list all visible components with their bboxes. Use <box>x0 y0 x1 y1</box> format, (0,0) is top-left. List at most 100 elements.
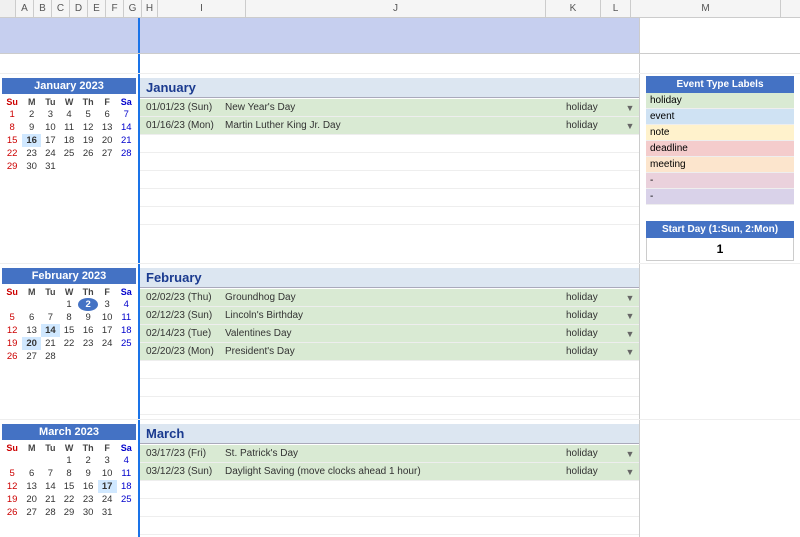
event-row-1-0: 02/02/23 (Thu)Groundhog Dayholiday▼ <box>140 289 639 307</box>
event-type-1-1: holiday <box>566 310 621 321</box>
event-dropdown-2-0[interactable]: ▼ <box>621 449 639 459</box>
cal-day-0-19-2-4: 19 <box>78 134 97 147</box>
cal-day-2-6-1-1: 6 <box>22 467 41 480</box>
col-h: H <box>142 0 158 17</box>
event-row-1-2: 02/14/23 (Tue)Valentines Dayholiday▼ <box>140 325 639 343</box>
cal-day-2-empty-0-2 <box>41 454 60 467</box>
cal-day-2-29-4-3: 29 <box>60 506 79 519</box>
month-section-1: February 2023SuMTuWThFSa1234567891011121… <box>0 264 800 420</box>
event-row-2-3 <box>140 499 639 517</box>
event-row-1-3: 02/20/23 (Mon)President's Dayholiday▼ <box>140 343 639 361</box>
cal-day-2-12-2-0: 12 <box>2 480 22 493</box>
cal-day-0-8-1-0: 8 <box>2 121 22 134</box>
event-row-2-2 <box>140 481 639 499</box>
event-name-0-0: New Year's Day <box>225 102 566 113</box>
cal-header-M: M <box>22 286 41 298</box>
cal-day-0-9-1-1: 9 <box>22 121 41 134</box>
cal-day-0-empty-4-3 <box>60 160 79 173</box>
cal-header-Su: Su <box>2 96 22 108</box>
start-day-title: Start Day (1:Sun, 2:Mon) <box>646 221 794 238</box>
event-name-2-0: St. Patrick's Day <box>225 448 566 459</box>
cal-day-2-9-1-4: 9 <box>78 467 97 480</box>
cal-day-0-empty-4-4 <box>78 160 97 173</box>
cal-header-M: M <box>22 442 41 454</box>
cal-day-2-22-3-3: 22 <box>60 493 79 506</box>
col-d: D <box>70 0 88 17</box>
event-row-2-4 <box>140 517 639 535</box>
event-dropdown-1-2[interactable]: ▼ <box>621 329 639 339</box>
cal-day-2-18-2-6: 18 <box>117 480 136 493</box>
event-dropdown-1-3[interactable]: ▼ <box>621 347 639 357</box>
events-panel-1: February02/02/23 (Thu)Groundhog Dayholid… <box>140 264 640 419</box>
cal-day-0-29-4-0: 29 <box>2 160 22 173</box>
event-type-1-2: holiday <box>566 328 621 339</box>
start-day-value: 1 <box>646 238 794 261</box>
event-date-2-0: 03/17/23 (Fri) <box>140 448 225 459</box>
event-row-0-1: 01/16/23 (Mon)Martin Luther King Jr. Day… <box>140 117 639 135</box>
col-i: I <box>158 0 246 17</box>
cal-day-1-11-1-6: 11 <box>117 311 136 324</box>
col-l: L <box>601 0 631 17</box>
cal-day-1-16-2-4: 16 <box>78 324 97 337</box>
event-type-2-1: holiday <box>566 466 621 477</box>
event-row-2-1: 03/12/23 (Sun)Daylight Saving (move cloc… <box>140 463 639 481</box>
cal-day-1-4-0-6: 4 <box>117 298 136 311</box>
cal-header-Sa: Sa <box>117 442 136 454</box>
cal-day-2-empty-0-0 <box>2 454 22 467</box>
blank-left <box>0 54 140 73</box>
event-type-0-0: holiday <box>566 102 621 113</box>
cal-day-0-20-2-5: 20 <box>98 134 117 147</box>
event-dropdown-1-0[interactable]: ▼ <box>621 293 639 303</box>
event-row-0-2 <box>140 135 639 153</box>
year-title <box>0 18 140 53</box>
month-header-1: February <box>140 268 639 288</box>
event-name-2-1: Daylight Saving (move clocks ahead 1 hou… <box>225 466 566 477</box>
event-name-1-3: President's Day <box>225 346 566 357</box>
cal-header-Su: Su <box>2 442 22 454</box>
event-dropdown-0-0[interactable]: ▼ <box>621 103 639 113</box>
event-dropdown-0-1[interactable]: ▼ <box>621 121 639 131</box>
cal-header-Tu: Tu <box>41 442 60 454</box>
cal-day-0-23-3-1: 23 <box>22 147 41 160</box>
cal-day-1-15-2-3: 15 <box>60 324 79 337</box>
cal-day-1-19-3-0: 19 <box>2 337 22 350</box>
month-header-0: January <box>140 78 639 98</box>
cal-day-1-7-1-2: 7 <box>41 311 60 324</box>
cal-day-0-1-0-0: 1 <box>2 108 22 121</box>
cal-day-1-1-0-3: 1 <box>60 298 79 311</box>
cal-day-2-14-2-2: 14 <box>41 480 60 493</box>
cal-day-0-25-3-3: 25 <box>60 147 79 160</box>
cal-day-1-17-2-5: 17 <box>98 324 117 337</box>
event-labels-title: Event Type Labels <box>646 76 794 93</box>
cal-day-1-5-1-0: 5 <box>2 311 22 324</box>
col-k: K <box>546 0 601 17</box>
cal-day-1-24-3-5: 24 <box>98 337 117 350</box>
cal-day-0-10-1-2: 10 <box>41 121 60 134</box>
cal-day-2-28-4-2: 28 <box>41 506 60 519</box>
event-name-1-1: Lincoln's Birthday <box>225 310 566 321</box>
cal-day-2-25-3-6: 25 <box>117 493 136 506</box>
cal-day-1-27-4-1: 27 <box>22 350 41 363</box>
cal-day-1-empty-0-2 <box>41 298 60 311</box>
cal-day-2-empty-0-1 <box>22 454 41 467</box>
cal-day-1-21-3-2: 21 <box>41 337 60 350</box>
cal-day-2-30-4-4: 30 <box>78 506 97 519</box>
cal-day-0-18-2-3: 18 <box>60 134 79 147</box>
right-panel: Event Type Labelsholidayeventnotedeadlin… <box>640 74 800 263</box>
cal-day-1-14-2-2: 14 <box>41 324 60 337</box>
cal-day-0-6-0-5: 6 <box>98 108 117 121</box>
month-section-2: March 2023SuMTuWThFSa1234567891011121314… <box>0 420 800 537</box>
event-dropdown-1-1[interactable]: ▼ <box>621 311 639 321</box>
label-row-holiday-0: holiday <box>646 93 794 109</box>
event-dropdown-2-1[interactable]: ▼ <box>621 467 639 477</box>
event-row-1-1: 02/12/23 (Sun)Lincoln's Birthdayholiday▼ <box>140 307 639 325</box>
event-date-2-1: 03/12/23 (Sun) <box>140 466 225 477</box>
cal-day-2-3-0-5: 3 <box>98 454 117 467</box>
cal-day-2-24-3-5: 24 <box>98 493 117 506</box>
cal-day-0-15-2-0: 15 <box>2 134 22 147</box>
cal-day-1-23-3-4: 23 <box>78 337 97 350</box>
cal-day-1-25-3-6: 25 <box>117 337 136 350</box>
cal-day-2-8-1-3: 8 <box>60 467 79 480</box>
event-date-1-3: 02/20/23 (Mon) <box>140 346 225 357</box>
cal-day-2-17-2-5: 17 <box>98 480 117 493</box>
